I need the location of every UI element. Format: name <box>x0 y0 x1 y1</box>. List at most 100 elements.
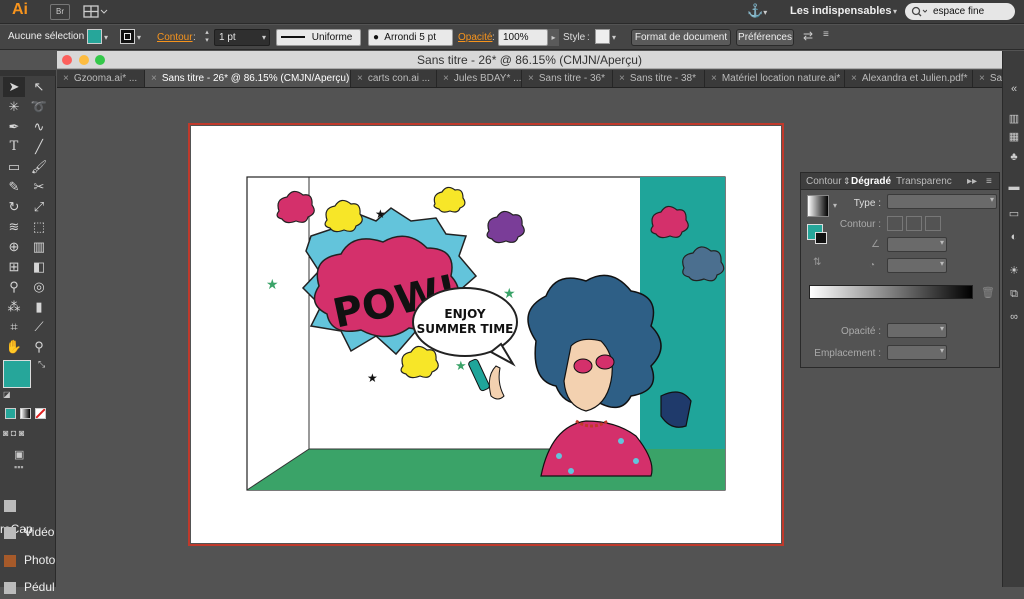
document-tab[interactable]: × Sans titre - 38* <box>613 70 705 87</box>
lasso-icon[interactable]: ➰ <box>28 97 50 117</box>
close-icon[interactable]: × <box>711 73 717 84</box>
tab-stroke[interactable]: Contour <box>806 173 842 190</box>
angle-field[interactable] <box>887 237 947 252</box>
type-icon[interactable]: T <box>3 137 25 157</box>
direct-selection-tool-icon[interactable]: ↖ <box>28 77 50 97</box>
fill-color-box[interactable] <box>3 360 31 388</box>
artboard[interactable]: POW! ENJOY SUMMER TIME ★ ★ ★ ★ ★ <box>191 126 781 543</box>
document-setup-button[interactable]: Format de document <box>631 29 731 46</box>
window-zoom-button[interactable] <box>95 55 105 65</box>
close-icon[interactable]: × <box>357 73 363 84</box>
stroke-dropdown-icon[interactable]: ▾ <box>137 33 141 42</box>
panel-menu-icon[interactable]: ≡ <box>986 173 992 190</box>
graphic-style-swatch[interactable] <box>595 29 610 44</box>
tab-gradient[interactable]: Dégradé <box>851 173 891 190</box>
transparency-icon[interactable]: ◐ <box>1006 229 1022 245</box>
stroke-profile-dropdown[interactable]: Uniforme <box>276 29 361 46</box>
close-icon[interactable]: × <box>443 73 449 84</box>
close-icon[interactable]: × <box>851 73 857 84</box>
document-tab[interactable]: ×Sans <box>973 70 1002 87</box>
graph-icon[interactable]: ▮ <box>28 297 50 317</box>
eyedropper-icon[interactable]: ⚲ <box>3 277 25 297</box>
preferences-button[interactable]: Préférences <box>736 29 794 46</box>
close-icon[interactable]: × <box>979 73 985 84</box>
more-tools-icon[interactable]: ▪▪▪ <box>14 463 36 472</box>
close-icon[interactable]: × <box>151 73 157 84</box>
default-colors-icon[interactable]: ◪ <box>3 390 11 399</box>
document-tab[interactable]: × Alexandra et Julien.pdf* <box>845 70 973 87</box>
color-mode-icon[interactable] <box>5 408 16 419</box>
slice-icon[interactable]: ⟋ <box>28 317 50 337</box>
location-field[interactable] <box>887 345 947 360</box>
stroke-weight-field[interactable]: 1 pt ▾ <box>214 29 270 46</box>
opacity-expand-button[interactable]: ▸ <box>548 29 559 46</box>
collapse-panel-icon[interactable]: ▸▸ <box>967 173 977 190</box>
rectangle-icon[interactable]: ▭ <box>3 157 25 177</box>
reverse-gradient-icon[interactable]: ⇅ <box>813 257 821 268</box>
free-transform-icon[interactable]: ⬚ <box>28 217 50 237</box>
brushes-icon[interactable]: ♣ <box>1006 149 1022 165</box>
perspective-grid-icon[interactable]: ▥ <box>28 237 50 257</box>
color-icon[interactable]: ▥ <box>1006 111 1022 127</box>
stroke-swatch[interactable] <box>120 29 135 44</box>
close-icon[interactable]: × <box>528 73 534 84</box>
none-mode-icon[interactable] <box>35 408 46 419</box>
shape-builder-icon[interactable]: ⊕ <box>3 237 25 257</box>
type-dropdown[interactable] <box>887 194 997 209</box>
scissors-icon[interactable]: ✂ <box>28 177 50 197</box>
document-tab[interactable]: × Jules BDAY* ... <box>437 70 522 87</box>
curvature-icon[interactable]: ∿ <box>28 117 50 137</box>
sync-icon[interactable]: ⚓▾ <box>747 3 773 21</box>
workspace-dropdown-icon[interactable]: ▾ <box>893 7 897 16</box>
line-icon[interactable]: ╱ <box>28 137 50 157</box>
tab-transparency[interactable]: Transparenc <box>896 173 952 190</box>
stroke-label[interactable]: Contour <box>157 32 193 43</box>
zoom-icon[interactable]: ⚲ <box>28 337 50 357</box>
gradient-swatch[interactable] <box>807 195 829 217</box>
symbol-sprayer-icon[interactable]: ⁂ <box>3 297 25 317</box>
layers-icon[interactable]: ⧉ <box>1006 286 1022 302</box>
gradient-panel-icon[interactable]: ▭ <box>1006 206 1022 222</box>
close-icon[interactable]: × <box>619 73 625 84</box>
window-minimize-button[interactable] <box>79 55 89 65</box>
gradient-mode-icon[interactable] <box>20 408 31 419</box>
bridge-button[interactable]: Br <box>50 4 70 20</box>
selection-tool-icon[interactable]: ➤ <box>3 77 25 97</box>
document-tab[interactable]: × carts con.ai ... <box>351 70 437 87</box>
workspace-switcher[interactable]: Les indispensables <box>790 5 891 17</box>
symbols-icon[interactable]: ▬ <box>1006 179 1022 195</box>
aspect-ratio-field[interactable] <box>887 258 947 273</box>
blend-icon[interactable]: ◎ <box>28 277 50 297</box>
dock-item[interactable]: Photo <box>0 548 56 572</box>
stroke-swatch[interactable] <box>815 232 827 244</box>
screen-mode-icon[interactable]: ▣ <box>14 448 36 461</box>
arrange-icon[interactable]: ⇄ <box>803 29 823 46</box>
tools-panel-grip[interactable] <box>0 70 56 76</box>
stroke-within-icon[interactable] <box>887 216 903 231</box>
style-dropdown-icon[interactable]: ▾ <box>612 33 616 42</box>
mesh-icon[interactable]: ⊞ <box>3 257 25 277</box>
fill-swatch[interactable] <box>87 29 102 44</box>
collapse-icon[interactable]: « <box>1006 81 1022 97</box>
pencil-icon[interactable]: ✎ <box>3 177 25 197</box>
rotate-icon[interactable]: ↻ <box>3 197 25 217</box>
artboard-icon[interactable]: ⌗ <box>3 317 25 337</box>
dock-item[interactable]: reCap <box>0 493 56 536</box>
control-panel-menu-icon[interactable]: ≡ <box>823 29 833 46</box>
gradient-icon[interactable]: ◧ <box>28 257 50 277</box>
swatches-icon[interactable]: ▦ <box>1006 129 1022 145</box>
brush-dropdown[interactable]: ● Arrondi 5 pt <box>368 29 453 46</box>
drawing-modes-icon[interactable]: ◙ ◘ ◙ <box>3 428 53 441</box>
hand-icon[interactable]: ✋ <box>3 337 25 357</box>
appearance-icon[interactable]: ☀ <box>1006 263 1022 279</box>
dock-item[interactable]: Pédul <box>0 575 56 599</box>
links-icon[interactable]: ∞ <box>1006 309 1022 325</box>
stroke-across-icon[interactable] <box>925 216 941 231</box>
magic-wand-icon[interactable]: ✳ <box>3 97 25 117</box>
document-tab[interactable]: × Sans titre - 36* <box>522 70 613 87</box>
scale-icon[interactable]: ⤢ <box>28 197 50 217</box>
fill-dropdown-icon[interactable]: ▾ <box>104 33 108 42</box>
dock-item[interactable]: Vidéo <box>0 520 56 544</box>
arrange-documents-button[interactable] <box>82 3 108 21</box>
swap-colors-icon[interactable]: ⤡ <box>38 359 45 370</box>
